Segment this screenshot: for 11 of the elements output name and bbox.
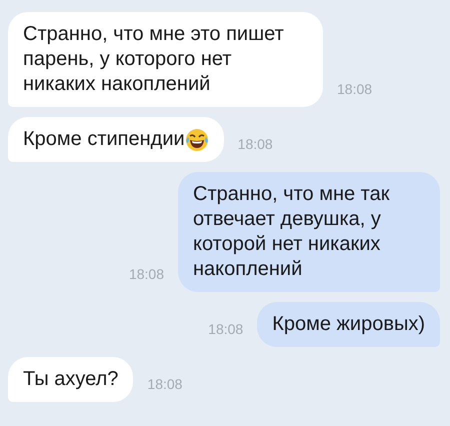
message-bubble: Кроме жировых) <box>257 302 440 347</box>
message-bubble: Ты ахуел? <box>8 357 134 402</box>
message-time: 18:08 <box>208 321 244 339</box>
message-time: 18:08 <box>337 81 372 99</box>
message-bubble: Странно, что мне это пишет парень, у которого нет никаких накоплений <box>8 12 323 107</box>
message-time: 18:08 <box>128 266 164 284</box>
message-bubble: Странно, что мне так отвечает девушка, у которой нет никаких накоплений <box>178 172 440 292</box>
message-time: 18:08 <box>147 376 182 394</box>
message-bubble: Кроме стипендии <box>8 117 224 162</box>
message-time: 18:08 <box>238 136 273 154</box>
laughing-emoji-icon <box>184 128 209 152</box>
